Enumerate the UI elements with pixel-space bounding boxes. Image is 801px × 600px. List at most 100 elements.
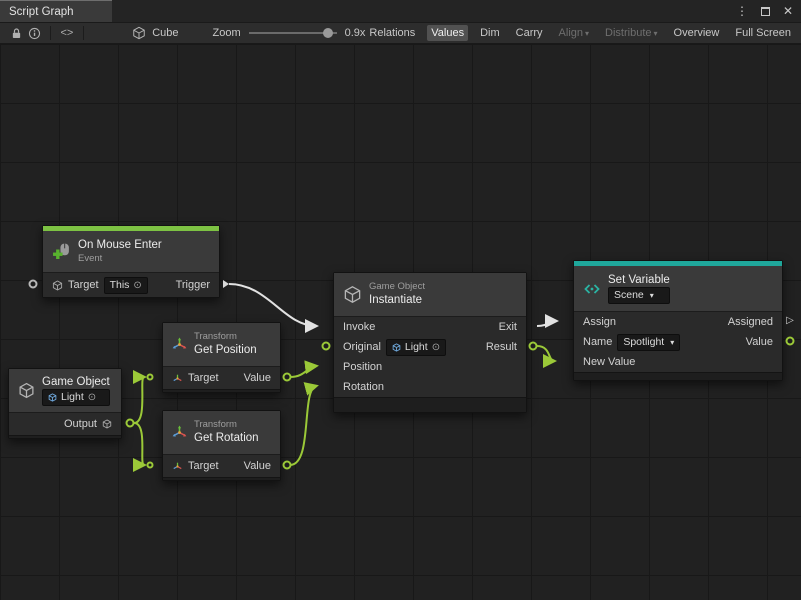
overview-button[interactable]: Overview — [670, 25, 724, 41]
carry-button[interactable]: Carry — [512, 25, 547, 41]
tab-title: Script Graph — [9, 6, 74, 18]
getrotation-value-port[interactable] — [283, 461, 292, 470]
getrotation-target-port[interactable] — [147, 462, 154, 469]
wire-position-value — [290, 366, 316, 377]
assigned-output-port[interactable]: ▷ — [786, 316, 794, 326]
target-input-port[interactable] — [29, 280, 38, 289]
maximize-icon[interactable] — [761, 7, 770, 16]
getposition-value-port[interactable] — [283, 373, 292, 382]
gameobject-icon — [18, 382, 35, 399]
target-port-label: Target — [68, 279, 99, 291]
values-button[interactable]: Values — [427, 25, 468, 41]
tab-bar-spacer — [112, 0, 736, 22]
graph-name-label: Cube — [152, 27, 178, 39]
output-port-label: Output — [64, 418, 97, 430]
chevron-down-icon: ▾ — [654, 29, 658, 38]
node-game-object-light[interactable]: Game Object Light ⊙ Output — [8, 368, 122, 439]
object-picker-icon: ⊙ — [432, 341, 440, 354]
node-subtitle: Event — [78, 253, 162, 265]
node-title: Game Object — [42, 375, 110, 389]
rotation-port-label: Rotation — [343, 381, 384, 393]
original-value-chip[interactable]: Light ⊙ — [386, 339, 446, 356]
dim-button[interactable]: Dim — [476, 25, 504, 41]
variable-name-dropdown[interactable]: Spotlight ▾ — [617, 334, 680, 351]
node-title: Get Position — [194, 343, 257, 357]
node-category: Transform — [194, 331, 257, 343]
assign-port-label: Assign — [583, 316, 616, 328]
zoom-label: Zoom — [212, 27, 240, 39]
target-value-chip[interactable]: This ⊙ — [104, 277, 148, 294]
invoke-port-label: Invoke — [343, 321, 375, 333]
target-port-label: Target — [188, 372, 219, 384]
wire-light-to-getposition — [134, 377, 144, 423]
node-get-rotation[interactable]: Transform Get Rotation Target Value — [162, 410, 281, 481]
on-mouse-enter-icon — [52, 242, 71, 261]
close-icon[interactable]: ✕ — [783, 4, 793, 18]
value-output-port[interactable] — [786, 337, 795, 346]
zoom-slider[interactable] — [249, 27, 337, 39]
value-port-label: Value — [746, 336, 773, 348]
gameobject-icon — [343, 285, 362, 304]
node-title: Instantiate — [369, 293, 425, 307]
wire-trigger-to-invoke — [229, 284, 316, 326]
node-instantiate[interactable]: Game Object Instantiate Invoke Exit Orig… — [333, 272, 527, 413]
name-port-label: Name — [583, 336, 612, 348]
tab-script-graph[interactable]: Script Graph — [0, 0, 112, 22]
target-port-label: Target — [188, 460, 219, 472]
graph-canvas[interactable]: On Mouse Enter Event Target This ⊙ — [0, 44, 801, 600]
node-get-position[interactable]: Transform Get Position Target Value — [162, 322, 281, 393]
variable-kind-dropdown[interactable]: Scene ▾ — [608, 287, 670, 304]
node-category: Game Object — [369, 281, 425, 293]
result-output-port[interactable] — [529, 342, 538, 351]
gameobject-icon — [48, 393, 57, 402]
gameobject-output-port[interactable] — [126, 419, 135, 428]
gameobject-icon — [392, 343, 401, 352]
relations-button[interactable]: Relations — [365, 25, 419, 41]
node-title: Set Variable — [608, 273, 670, 287]
wire-light-to-getrotation — [134, 423, 144, 465]
original-port-label: Original — [343, 341, 381, 353]
toolbar-buttons: Relations Values Dim Carry Align▾ Distri… — [365, 25, 795, 41]
node-footer — [574, 372, 782, 380]
chevron-down-icon: ▾ — [585, 29, 589, 38]
trigger-output-port[interactable] — [223, 280, 229, 288]
getposition-target-port[interactable] — [147, 374, 154, 381]
result-port-label: Result — [486, 341, 517, 353]
original-input-port[interactable] — [322, 342, 331, 351]
node-title: On Mouse Enter — [78, 238, 162, 252]
transform-icon — [172, 425, 187, 440]
value-port-label: Value — [244, 460, 271, 472]
script-graph-window: Script Graph ⋮ ✕ <> Cube Zoom 0.9 — [0, 0, 801, 600]
position-port-label: Position — [343, 361, 382, 373]
node-footer — [163, 477, 280, 480]
wire-result-to-newvalue — [537, 346, 554, 361]
toolbar-separator — [50, 26, 51, 40]
toolbar-separator — [83, 26, 84, 40]
transform-icon — [172, 337, 187, 352]
distribute-button[interactable]: Distribute▾ — [601, 25, 661, 41]
zoom-slider-handle[interactable] — [323, 28, 333, 38]
node-set-variable[interactable]: Set Variable Scene ▾ Assign Assigned Nam… — [573, 260, 783, 381]
object-picker-icon: ⊙ — [133, 279, 141, 292]
align-button[interactable]: Align▾ — [555, 25, 593, 41]
wire-exit-to-assign — [537, 321, 556, 326]
node-footer — [163, 389, 280, 392]
menu-icon[interactable]: ⋮ — [736, 4, 748, 18]
zoom-control: Zoom 0.9x — [212, 27, 365, 39]
object-picker-icon: ⊙ — [88, 391, 96, 404]
transform-icon — [172, 373, 183, 384]
code-icon[interactable]: <> — [58, 24, 76, 42]
variable-icon — [583, 280, 601, 298]
chevron-down-icon: ▾ — [670, 336, 674, 349]
lock-icon[interactable] — [8, 24, 26, 42]
node-on-mouse-enter[interactable]: On Mouse Enter Event Target This ⊙ — [42, 225, 220, 298]
info-icon[interactable] — [26, 24, 44, 42]
node-footer — [334, 397, 526, 412]
full-screen-button[interactable]: Full Screen — [731, 25, 795, 41]
graph-cube-icon — [131, 24, 149, 42]
light-value-chip[interactable]: Light ⊙ — [42, 389, 110, 406]
assigned-port-label: Assigned — [728, 316, 773, 328]
node-footer — [9, 435, 121, 438]
value-port-label: Value — [244, 372, 271, 384]
chevron-down-icon: ▾ — [650, 289, 654, 302]
